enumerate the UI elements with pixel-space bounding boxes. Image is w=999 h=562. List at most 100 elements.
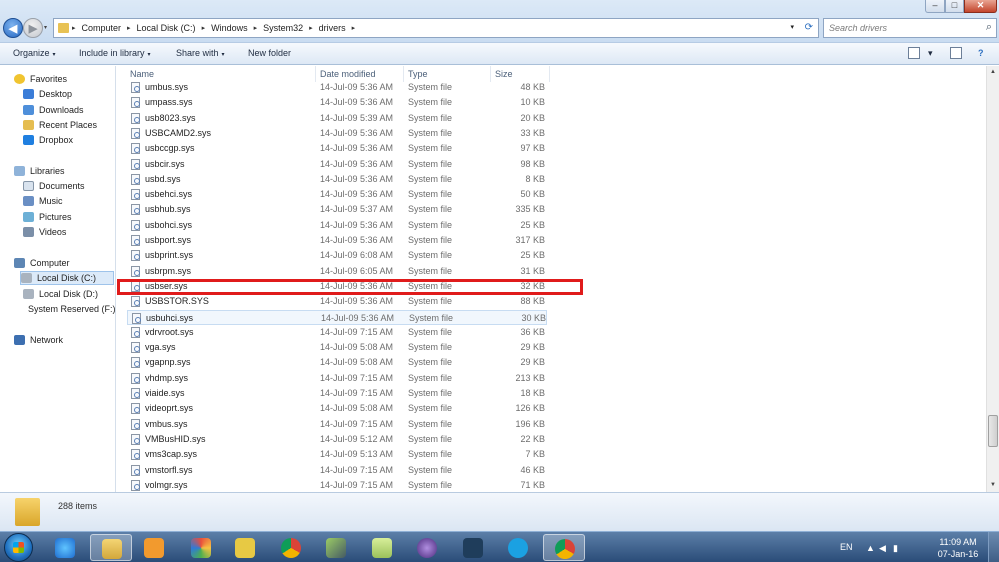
scroll-down-icon[interactable]: ▼ — [987, 479, 999, 491]
column-header-name[interactable]: Name — [130, 69, 154, 79]
taskbar-windows-explorer[interactable] — [90, 534, 132, 561]
tray-expand-icon[interactable]: ▲ — [866, 543, 875, 553]
table-row[interactable]: usbport.sys 14-Jul-09 5:36 AM System file 3… — [127, 233, 547, 248]
breadcrumb-separator-icon[interactable]: ▸ — [309, 24, 313, 32]
table-row[interactable]: usbuhci.sys 14-Jul-09 5:36 AM System file 3… — [127, 309, 547, 325]
breadcrumb-separator-icon[interactable]: ▸ — [202, 24, 206, 32]
breadcrumb-computer[interactable]: Computer — [82, 23, 122, 33]
taskbar-chrome-active[interactable] — [543, 534, 585, 561]
help-icon[interactable]: ? — [978, 48, 984, 58]
breadcrumb-drivers[interactable]: drivers — [319, 23, 346, 33]
search-box[interactable]: Search drivers ⌕ — [823, 18, 997, 38]
nav-favorites[interactable]: Favorites — [14, 72, 67, 86]
maximize-button[interactable]: □ — [945, 0, 964, 13]
breadcrumb-separator-icon[interactable]: ▸ — [352, 24, 356, 32]
view-options-chevron-icon[interactable]: ▾ — [928, 48, 933, 59]
nav-desktop[interactable]: Desktop — [23, 87, 72, 101]
nav-downloads[interactable]: Downloads — [23, 103, 84, 117]
system-clock[interactable]: 11:09 AM 07-Jan-16 — [935, 536, 981, 560]
taskbar-tools[interactable] — [315, 534, 357, 561]
table-row[interactable]: volmgr.sys 14-Jul-09 7:15 AM System file 71… — [127, 478, 547, 492]
table-row[interactable]: VMBusHID.sys 14-Jul-09 5:12 AM System file… — [127, 432, 547, 447]
breadcrumb-separator-icon[interactable]: ▸ — [127, 24, 131, 32]
start-button[interactable] — [4, 533, 33, 562]
table-row[interactable]: umbus.sys 14-Jul-09 5:36 AM System file 48 … — [127, 80, 547, 95]
table-row[interactable]: USBSTOR.SYS 14-Jul-09 5:36 AM System file 8… — [127, 294, 547, 309]
address-dropdown-icon[interactable]: ▾ — [790, 23, 794, 31]
new-folder-button[interactable]: New folder — [248, 48, 291, 58]
taskbar-skype[interactable] — [497, 534, 539, 561]
nav-libraries[interactable]: Libraries — [14, 164, 65, 178]
nav-system-reserved[interactable]: System Reserved (F:) — [23, 302, 115, 316]
address-bar[interactable]: ▸ Computer ▸ Local Disk (C:) ▸ Windows ▸… — [53, 18, 819, 38]
column-header-type[interactable]: Type — [408, 69, 428, 79]
table-row[interactable]: usbrpm.sys 14-Jul-09 6:05 AM System file 31… — [127, 264, 547, 279]
nav-network[interactable]: Network — [14, 333, 63, 347]
column-header-date[interactable]: Date modified — [320, 69, 376, 79]
include-in-library-button[interactable]: Include in library ▾ — [79, 48, 151, 58]
taskbar-media-player[interactable] — [133, 534, 175, 561]
taskbar-text-editor[interactable] — [224, 534, 266, 561]
nav-recent-places[interactable]: Recent Places — [23, 118, 97, 132]
table-row[interactable]: vgapnp.sys 14-Jul-09 5:08 AM System file 29… — [127, 355, 547, 370]
column-separator[interactable] — [549, 66, 550, 82]
table-row[interactable]: vmbus.sys 14-Jul-09 7:15 AM System file 196… — [127, 417, 547, 432]
table-row[interactable]: usbd.sys 14-Jul-09 5:36 AM System file 8 KB — [127, 172, 547, 187]
table-row[interactable]: vga.sys 14-Jul-09 5:08 AM System file 29 KB — [127, 340, 547, 355]
nav-videos[interactable]: Videos — [23, 225, 66, 239]
nav-local-disk-c[interactable]: Local Disk (C:) — [20, 271, 114, 285]
taskbar-internet-explorer[interactable] — [44, 534, 86, 561]
nav-local-disk-d[interactable]: Local Disk (D:) — [23, 287, 98, 301]
table-row[interactable]: vhdmp.sys 14-Jul-09 7:15 AM System file 213… — [127, 371, 547, 386]
vertical-scrollbar[interactable]: ▲ ▼ — [986, 66, 999, 492]
search-icon[interactable]: ⌕ — [986, 21, 992, 34]
minimize-button[interactable]: – — [925, 0, 945, 13]
breadcrumb-system32[interactable]: System32 — [263, 23, 303, 33]
show-desktop-button[interactable] — [988, 532, 999, 562]
share-with-button[interactable]: Share with ▾ — [176, 48, 225, 58]
refresh-icon[interactable]: ⟳ — [805, 22, 813, 33]
table-row[interactable]: usbccgp.sys 14-Jul-09 5:36 AM System file 9… — [127, 141, 547, 156]
table-row[interactable]: usbehci.sys 14-Jul-09 5:36 AM System file 5… — [127, 187, 547, 202]
close-button[interactable]: ✕ — [964, 0, 997, 13]
search-input[interactable]: Search drivers — [829, 23, 887, 33]
nav-music[interactable]: Music — [23, 194, 63, 208]
breadcrumb-separator-icon[interactable]: ▸ — [72, 24, 76, 32]
table-row[interactable]: vms3cap.sys 14-Jul-09 5:13 AM System file 7… — [127, 447, 547, 462]
table-row[interactable]: usbcir.sys 14-Jul-09 5:36 AM System file 98… — [127, 157, 547, 172]
table-row[interactable]: vdrvroot.sys 14-Jul-09 7:15 AM System file… — [127, 325, 547, 340]
breadcrumb-separator-icon[interactable]: ▸ — [254, 24, 258, 32]
taskbar-media-app[interactable] — [406, 534, 448, 561]
taskbar-chrome[interactable] — [270, 534, 312, 561]
breadcrumb-windows[interactable]: Windows — [211, 23, 248, 33]
table-row[interactable]: USBCAMD2.sys 14-Jul-09 5:36 AM System file… — [127, 126, 547, 141]
table-row[interactable]: usbohci.sys 14-Jul-09 5:36 AM System file 2… — [127, 218, 547, 233]
taskbar-app-dark[interactable] — [452, 534, 494, 561]
taskbar-folder-app[interactable] — [361, 534, 403, 561]
recent-pages-dropdown-icon[interactable]: ▾ — [44, 24, 47, 31]
breadcrumb-local-disk-c[interactable]: Local Disk (C:) — [137, 23, 196, 33]
change-view-icon[interactable] — [908, 47, 920, 59]
volume-icon[interactable]: ◀ — [879, 543, 886, 554]
taskbar-paint[interactable] — [180, 534, 222, 561]
table-row[interactable]: vmstorfl.sys 14-Jul-09 7:15 AM System file… — [127, 463, 547, 478]
nav-computer[interactable]: Computer — [14, 256, 70, 270]
table-row[interactable]: videoprt.sys 14-Jul-09 5:08 AM System file… — [127, 401, 547, 416]
table-row[interactable]: usbhub.sys 14-Jul-09 5:37 AM System file 33… — [127, 202, 547, 217]
back-button[interactable]: ◀ — [3, 18, 23, 38]
table-row[interactable]: usbprint.sys 14-Jul-09 6:08 AM System file… — [127, 248, 547, 263]
organize-button[interactable]: Organize ▾ — [13, 48, 56, 58]
language-indicator[interactable]: EN — [840, 542, 853, 552]
nav-documents[interactable]: Documents — [23, 179, 85, 193]
preview-pane-icon[interactable] — [950, 47, 962, 59]
table-row[interactable]: usb8023.sys 14-Jul-09 5:39 AM System file 2… — [127, 111, 547, 126]
network-status-icon[interactable]: ▮ — [893, 543, 898, 554]
scroll-up-icon[interactable]: ▲ — [987, 66, 999, 78]
nav-pictures[interactable]: Pictures — [23, 210, 72, 224]
nav-dropbox[interactable]: Dropbox — [23, 133, 73, 147]
table-row[interactable]: umpass.sys 14-Jul-09 5:36 AM System file 10… — [127, 95, 547, 110]
table-row[interactable]: viaide.sys 14-Jul-09 7:15 AM System file 18… — [127, 386, 547, 401]
column-header-size[interactable]: Size — [495, 69, 513, 79]
scrollbar-thumb[interactable] — [988, 415, 998, 447]
forward-button[interactable]: ▶ — [23, 18, 43, 38]
